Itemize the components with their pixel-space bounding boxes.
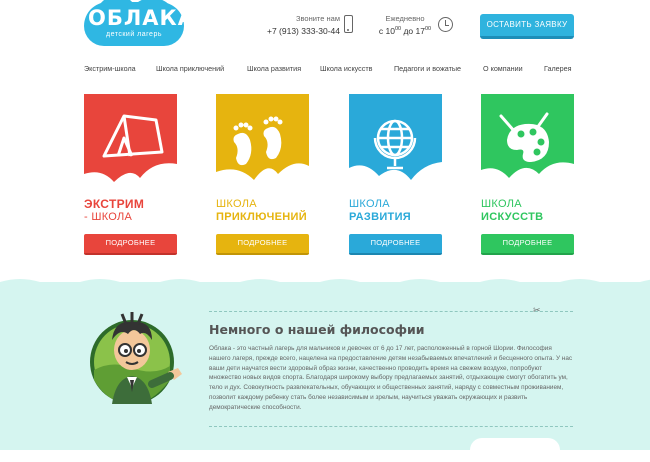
card-development-tile[interactable] [349, 94, 442, 186]
card-adventure[interactable]: ШКОЛА ПРИКЛЮЧЕНИЙ ПОДРОБНЕЕ [216, 94, 309, 255]
card-adventure-line1: ШКОЛА [216, 198, 257, 210]
card-adventure-tile[interactable] [216, 94, 309, 186]
card-extreme[interactable]: ЭКСТРИМ - ШКОЛА ПОДРОБНЕЕ [84, 94, 177, 255]
hours-value: с 1000 до 1700 [376, 26, 434, 36]
main-nav: Экстрим-школа Школа приключений Школа ра… [84, 64, 574, 76]
clock-icon [438, 17, 453, 32]
card-development-line2: РАЗВИТИЯ [349, 211, 411, 223]
hours-to-minutes: 00 [424, 26, 432, 33]
card-arts-more-button[interactable]: ПОДРОБНЕЕ [481, 234, 574, 255]
phone-caption: Звоните нам [295, 14, 340, 23]
nav-item-about[interactable]: О компании [483, 64, 523, 73]
card-arts-line2: ИСКУССТВ [481, 211, 544, 223]
card-extreme-line2: - ШКОЛА [84, 211, 133, 223]
card-extreme-more-button[interactable]: ПОДРОБНЕЕ [84, 234, 177, 255]
scissors-icon: ✂ [533, 305, 541, 315]
card-arts[interactable]: ШКОЛА ИСКУССТВ ПОДРОБНЕЕ [481, 94, 574, 255]
card-extreme-line1: ЭКСТРИМ [84, 197, 145, 211]
phone-icon [344, 15, 353, 33]
philosophy-text: Облака - это частный лагерь для мальчико… [209, 345, 573, 411]
card-development[interactable]: ШКОЛА РАЗВИТИЯ ПОДРОБНЕЕ [349, 94, 442, 255]
mascot-image [90, 312, 182, 404]
hours-from: с 10 [378, 26, 395, 36]
card-arts-line1: ШКОЛА [481, 198, 522, 210]
card-arts-tile[interactable] [481, 94, 574, 186]
nav-item-arts[interactable]: Школа искусств [320, 64, 373, 73]
nav-item-adventure[interactable]: Школа приключений [156, 64, 224, 73]
card-extreme-tile[interactable] [84, 94, 177, 186]
phone-block: Звоните нам +7 (913) 333-30-44 [258, 14, 340, 36]
hours-to: до 17 [401, 26, 425, 36]
card-development-line1: ШКОЛА [349, 198, 390, 210]
logo-title: ОБЛАКА [88, 6, 195, 30]
nav-item-extreme[interactable]: Экстрим-школа [84, 64, 136, 73]
nav-item-teachers[interactable]: Педагоги и вожатые [394, 64, 461, 73]
bottom-cloud [470, 438, 560, 462]
logo-subtitle: детский лагерь [105, 31, 162, 38]
divider-top [209, 311, 573, 312]
hours-caption: Ежедневно [385, 14, 425, 23]
nav-item-gallery[interactable]: Галерея [544, 64, 572, 73]
logo[interactable]: ОБЛАКА детский лагерь [84, 0, 195, 46]
nav-item-development[interactable]: Школа развития [247, 64, 301, 73]
philosophy-title: Немного о нашей философии [209, 322, 425, 337]
divider-bottom [209, 426, 573, 427]
order-button[interactable]: ОСТАВИТЬ ЗАЯВКУ [480, 14, 574, 39]
phone-number[interactable]: +7 (913) 333-30-44 [258, 26, 340, 36]
card-adventure-more-button[interactable]: ПОДРОБНЕЕ [216, 234, 309, 255]
card-development-more-button[interactable]: ПОДРОБНЕЕ [349, 234, 442, 255]
hours-block: Ежедневно с 1000 до 1700 [376, 14, 434, 36]
card-adventure-line2: ПРИКЛЮЧЕНИЙ [216, 211, 307, 223]
